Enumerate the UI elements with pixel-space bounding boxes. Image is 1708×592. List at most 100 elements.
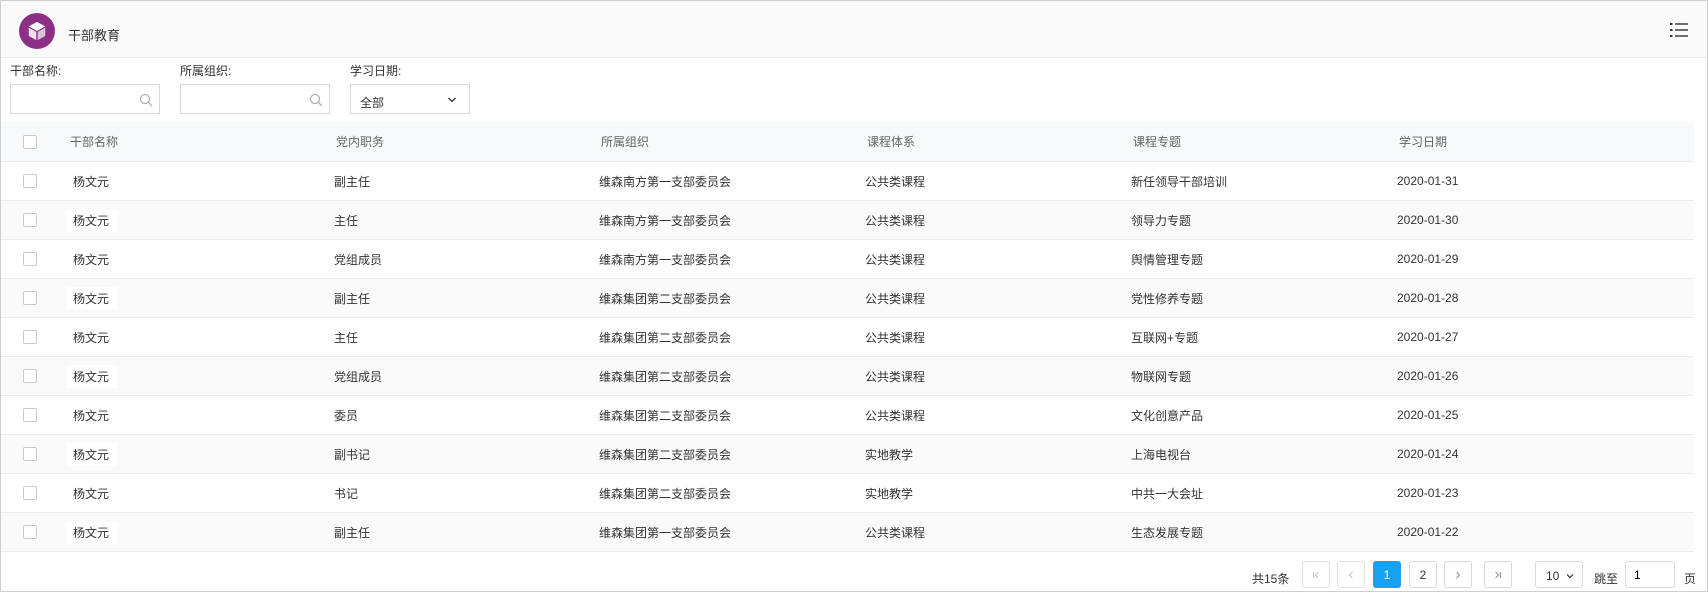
table-row[interactable]: 杨文元 主任 维森南方第一支部委员会 公共类课程 领导力专题 2020-01-30 [1,201,1694,240]
table-cell: 公共类课程 [865,396,925,434]
app-header: 干部教育 [1,1,1706,58]
date-filter-select[interactable]: 全部 [350,84,470,114]
cell-text: 杨文元 [67,247,118,271]
table-row[interactable]: 杨文元 副主任 维森南方第一支部委员会 公共类课程 新任领导干部培训 2020-01-31 [1,162,1694,201]
table-cell: 2020-01-30 [1397,201,1458,239]
cell-text: 2020-01-25 [1397,408,1459,422]
row-checkbox[interactable] [23,213,37,227]
cell-text: 书记 [334,486,359,501]
page-size-select[interactable]: 10 [1535,561,1583,588]
cell-text: 杨文元 [67,403,118,427]
next-page-button[interactable] [1444,561,1472,588]
table-cell: 维森集团第二支部委员会 [599,435,731,473]
cell-text: 杨文元 [67,364,118,388]
table-cell: 2020-01-29 [1397,240,1458,278]
column-header[interactable]: 课程体系 [867,122,915,161]
table-row[interactable]: 杨文元 党组成员 维森南方第一支部委员会 公共类课程 舆情管理专题 2020-01-29 [1,240,1694,279]
cell-text: 上海电视台 [1131,447,1192,462]
page-button-2[interactable]: 2 [1409,561,1437,588]
table-row[interactable]: 杨文元 副主任 维森集团第一支部委员会 公共类课程 生态发展专题 2020-01-22 [1,513,1694,552]
table-cell: 杨文元 [67,201,118,239]
cell-text: 杨文元 [67,208,118,232]
select-all-checkbox[interactable] [23,134,37,149]
cell-text: 党组成员 [334,252,383,267]
row-checkbox[interactable] [23,174,37,188]
table-cell: 2020-01-24 [1397,435,1458,473]
cell-text: 实地教学 [865,486,914,501]
jump-page-input[interactable] [1626,562,1674,587]
org-search-input[interactable] [181,85,329,113]
table-row[interactable]: 杨文元 副书记 维森集团第二支部委员会 实地教学 上海电视台 2020-01-24 [1,435,1694,474]
name-filter-label: 干部名称: [10,64,62,78]
org-filter-field[interactable] [180,84,330,114]
table-cell: 维森集团第二支部委员会 [599,396,731,434]
table-cell: 维森南方第一支部委员会 [599,162,731,200]
last-page-button[interactable] [1484,561,1512,588]
table-cell: 杨文元 [67,162,118,200]
page-button-1[interactable]: 1 [1373,561,1401,588]
first-page-button[interactable] [1302,561,1330,588]
search-icon[interactable] [309,93,323,107]
search-icon[interactable] [139,93,153,107]
prev-page-button[interactable] [1337,561,1365,588]
table-cell: 杨文元 [67,435,118,473]
table-row[interactable]: 杨文元 党组成员 维森集团第二支部委员会 公共类课程 物联网专题 2020-01-26 [1,357,1694,396]
table-cell: 主任 [334,201,358,239]
cell-text: 党组成员 [334,369,383,384]
row-checkbox[interactable] [23,408,37,422]
row-checkbox[interactable] [23,252,37,266]
table-row[interactable]: 杨文元 书记 维森集团第二支部委员会 实地教学 中共一大会址 2020-01-23 [1,474,1694,513]
cell-text: 2020-01-31 [1397,174,1459,188]
column-header[interactable]: 所属组织 [601,122,649,161]
table-cell: 党组成员 [334,240,382,278]
name-filter-field[interactable] [10,84,160,114]
table-cell: 公共类课程 [865,201,925,239]
table-row[interactable]: 杨文元 副主任 维森集团第二支部委员会 公共类课程 党性修养专题 2020-01-28 [1,279,1694,318]
table-row[interactable]: 杨文元 委员 维森集团第二支部委员会 公共类课程 文化创意产品 2020-01-25 [1,396,1694,435]
row-checkbox[interactable] [23,330,37,344]
table-cell: 公共类课程 [865,279,925,317]
table-cell: 副书记 [334,435,370,473]
row-checkbox[interactable] [23,447,37,461]
row-checkbox[interactable] [23,525,37,539]
row-checkbox[interactable] [23,486,37,500]
table-cell: 杨文元 [67,357,118,395]
table-cell: 副主任 [334,162,370,200]
table-cell: 党性修养专题 [1131,279,1203,317]
column-header[interactable]: 党内职务 [336,122,384,161]
table-cell: 维森集团第二支部委员会 [599,318,731,356]
table-cell: 实地教学 [865,474,913,512]
cell-text: 维森集团第二支部委员会 [599,369,732,384]
list-menu-icon[interactable] [1670,22,1688,38]
jump-page-field[interactable] [1625,561,1675,588]
column-header[interactable]: 学习日期 [1399,122,1447,161]
cube-icon[interactable] [19,13,55,49]
cell-text: 2020-01-24 [1397,447,1459,461]
table-cell: 杨文元 [67,474,118,512]
cell-text: 杨文元 [67,169,118,193]
row-checkbox[interactable] [23,291,37,305]
table-row[interactable]: 杨文元 主任 维森集团第二支部委员会 公共类课程 互联网+专题 2020-01-27 [1,318,1694,357]
cell-text: 维森集团第二支部委员会 [599,447,732,462]
jump-label: 跳至 [1594,572,1619,586]
cell-text: 公共类课程 [865,525,926,540]
table-cell: 2020-01-23 [1397,474,1458,512]
chevron-right-icon [1456,571,1461,578]
cell-text: 维森集团第二支部委员会 [599,408,732,423]
date-filter-label: 学习日期: [350,64,402,78]
cell-text: 维森南方第一支部委员会 [599,174,732,189]
name-search-input[interactable] [11,85,159,113]
cell-text: 主任 [334,213,359,228]
table-cell: 舆情管理专题 [1131,240,1203,278]
cell-text: 杨文元 [67,520,118,544]
column-header[interactable]: 课程专题 [1133,122,1181,161]
table-cell: 公共类课程 [865,162,925,200]
last-page-icon [1495,571,1502,578]
table-body: 杨文元 副主任 维森南方第一支部委员会 公共类课程 新任领导干部培训 2020-01-31… [1,162,1694,552]
row-checkbox[interactable] [23,369,37,383]
column-header[interactable]: 干部名称 [70,122,118,161]
table-cell: 维森集团第二支部委员会 [599,357,731,395]
cell-text: 公共类课程 [865,291,926,306]
table-cell: 2020-01-22 [1397,513,1458,551]
cell-text: 维森南方第一支部委员会 [599,252,732,267]
